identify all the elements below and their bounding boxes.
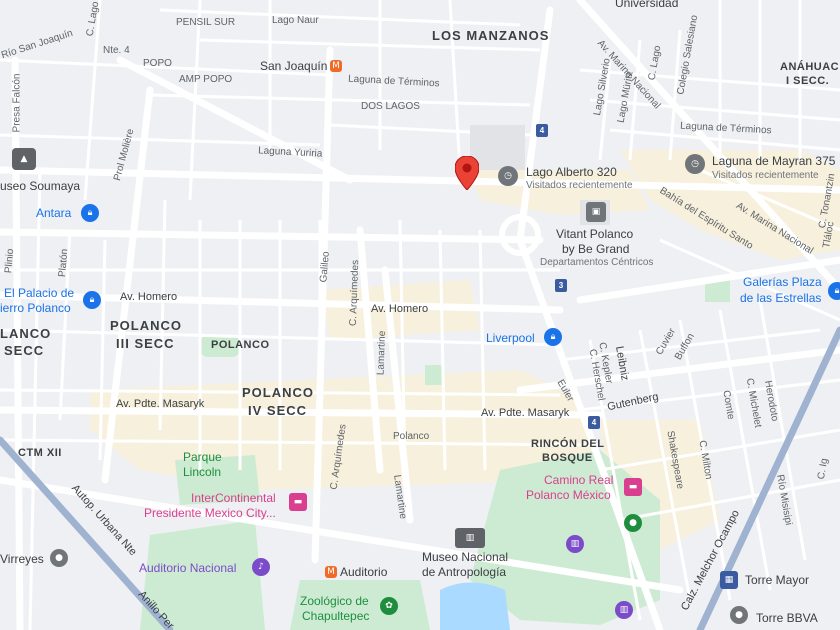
neighborhood-ctm: CTM XII bbox=[18, 447, 62, 459]
neighborhood-anahuac-2: I SECC. bbox=[786, 75, 830, 87]
hotel-bed-icon[interactable]: ▬ bbox=[289, 493, 307, 511]
place-lago-alberto-subtitle: Visitados recientemente bbox=[526, 180, 633, 191]
route-shield-3: 3 bbox=[555, 279, 567, 292]
shopping-bag-icon[interactable]: 🔒︎ bbox=[81, 204, 99, 222]
museum-icon[interactable]: ▥ bbox=[566, 535, 584, 553]
neighborhood-polanco-west-1: LANCO bbox=[0, 326, 52, 341]
selected-location-pin[interactable] bbox=[454, 155, 480, 191]
neighborhood-polanco-iv-2: IV SECC bbox=[248, 403, 308, 418]
map-canvas[interactable]: LOS MANZANOS ANÁHUAC I SECC. POLANCO III… bbox=[0, 0, 840, 630]
road-plinio: Plinio bbox=[3, 248, 17, 274]
shopping-bag-icon[interactable]: 🔒︎ bbox=[544, 328, 562, 346]
place-san-joaquin[interactable]: San Joaquín bbox=[260, 60, 327, 72]
place-laguna-de-mayran-375[interactable]: Laguna de Mayran 375 bbox=[712, 155, 835, 167]
road-lamartine-1: Lamartine bbox=[375, 330, 389, 376]
place-camino-real-2[interactable]: Polanco México bbox=[526, 489, 611, 501]
metro-station-icon[interactable]: M bbox=[330, 60, 342, 72]
road-lago-naur: Lago Naur bbox=[272, 15, 319, 26]
museum-building-icon[interactable]: ▥ bbox=[455, 528, 485, 548]
recent-place-icon[interactable]: ◷ bbox=[498, 166, 518, 186]
place-vitant-polanco-2[interactable]: by Be Grand bbox=[562, 243, 629, 255]
hotel-bed-icon[interactable]: ▬ bbox=[624, 478, 642, 496]
place-zoologico-2[interactable]: Chapultepec bbox=[302, 610, 369, 622]
neighborhood-anahuac-1: ANÁHUAC bbox=[780, 61, 840, 73]
map-pin-icon bbox=[454, 155, 480, 191]
place-intercontinental-2[interactable]: Presidente Mexico City... bbox=[144, 507, 276, 519]
neighborhood-los-manzanos: LOS MANZANOS bbox=[432, 28, 550, 43]
recent-place-icon[interactable]: ◷ bbox=[685, 154, 705, 174]
place-marker-icon[interactable]: ● bbox=[730, 606, 748, 624]
neighborhood-polanco-iii-2: III SECC bbox=[116, 336, 175, 351]
museum-soumaya-icon[interactable]: ▲ bbox=[12, 148, 36, 170]
place-marker-icon[interactable]: ● bbox=[50, 549, 68, 567]
neighborhood-amp-popo: AMP POPO bbox=[179, 74, 233, 85]
neighborhood-polanco: POLANCO bbox=[211, 339, 270, 351]
place-universidad[interactable]: Universidad bbox=[615, 0, 678, 9]
place-galerias-plaza-2[interactable]: de las Estrellas bbox=[740, 292, 821, 304]
shopping-bag-icon[interactable]: 🔒︎ bbox=[828, 282, 840, 300]
place-parque-lincoln-2[interactable]: Lincoln bbox=[183, 466, 221, 478]
place-parque-lincoln-1[interactable]: Parque bbox=[183, 451, 222, 463]
place-galerias-plaza-1[interactable]: Galerías Plaza bbox=[743, 276, 822, 288]
place-liverpool[interactable]: Liverpool bbox=[486, 332, 535, 344]
metro-station-icon[interactable]: M bbox=[325, 566, 337, 578]
place-zoologico-1[interactable]: Zoológico de bbox=[300, 595, 369, 607]
road-av-homero-1: Av. Homero bbox=[120, 291, 178, 303]
neighborhood-polanco-iii-1: POLANCO bbox=[110, 318, 182, 333]
route-shield-4-north: 4 bbox=[536, 124, 548, 137]
place-vitant-polanco-1[interactable]: Vitant Polanco bbox=[556, 228, 633, 240]
museum-icon[interactable]: ▥ bbox=[615, 601, 633, 619]
road-av-masaryk-2: Av. Pdte. Masaryk bbox=[481, 407, 570, 419]
place-auditorio-nacional[interactable]: Auditorio Nacional bbox=[139, 562, 236, 574]
route-shield-4-south: 4 bbox=[588, 416, 600, 429]
place-laguna-de-mayran-subtitle: Visitados recientemente bbox=[712, 170, 819, 181]
building-icon[interactable]: ▣ bbox=[586, 202, 606, 222]
place-intercontinental-1[interactable]: InterContinental bbox=[191, 492, 276, 504]
lake bbox=[440, 582, 510, 630]
neighborhood-popo: POPO bbox=[143, 58, 172, 69]
place-camino-real-1[interactable]: Camino Real bbox=[544, 474, 613, 486]
place-palacio-hierro-1[interactable]: El Palacio de bbox=[4, 287, 74, 299]
place-vitant-subtitle: Departamentos Céntricos bbox=[540, 257, 654, 268]
place-lago-alberto-320[interactable]: Lago Alberto 320 bbox=[526, 166, 617, 178]
place-antara[interactable]: Antara bbox=[36, 207, 71, 219]
road-nte-4: Nte. 4 bbox=[103, 45, 130, 56]
paw-icon[interactable]: ✿ bbox=[380, 597, 398, 615]
place-virreyes[interactable]: Virreyes bbox=[0, 553, 44, 565]
road-presa-falcon: Presa Falcón bbox=[11, 73, 23, 133]
neighborhood-rincon-1: RINCÓN DEL bbox=[531, 438, 605, 450]
neighborhood-pensil-sur: PENSIL SUR bbox=[176, 17, 236, 28]
place-museo-soumaya[interactable]: useo Soumaya bbox=[0, 180, 80, 192]
shopping-bag-icon[interactable]: 🔒︎ bbox=[83, 291, 101, 309]
place-torre-bbva[interactable]: Torre BBVA bbox=[756, 612, 818, 624]
neighborhood-polanco-iv-1: POLANCO bbox=[242, 385, 314, 400]
place-museo-antropologia-2[interactable]: de Antropología bbox=[422, 566, 506, 578]
building-icon[interactable]: ▦ bbox=[720, 571, 738, 589]
road-polanco: Polanco bbox=[393, 431, 430, 442]
place-palacio-hierro-2[interactable]: ierro Polanco bbox=[0, 302, 71, 314]
road-av-homero-2: Av. Homero bbox=[371, 303, 429, 315]
road-av-masaryk-1: Av. Pdte. Masaryk bbox=[116, 398, 205, 410]
neighborhood-dos-lagos: DOS LAGOS bbox=[361, 101, 420, 112]
park-marker-icon[interactable]: ● bbox=[624, 514, 642, 532]
music-note-icon[interactable]: ♪ bbox=[252, 558, 270, 576]
place-torre-mayor[interactable]: Torre Mayor bbox=[745, 574, 809, 586]
place-museo-antropologia-1[interactable]: Museo Nacional bbox=[422, 551, 508, 563]
neighborhood-polanco-west-2: SECC bbox=[4, 343, 45, 358]
neighborhood-rincon-2: BOSQUE bbox=[542, 452, 593, 464]
place-auditorio-metro[interactable]: Auditorio bbox=[340, 566, 387, 578]
